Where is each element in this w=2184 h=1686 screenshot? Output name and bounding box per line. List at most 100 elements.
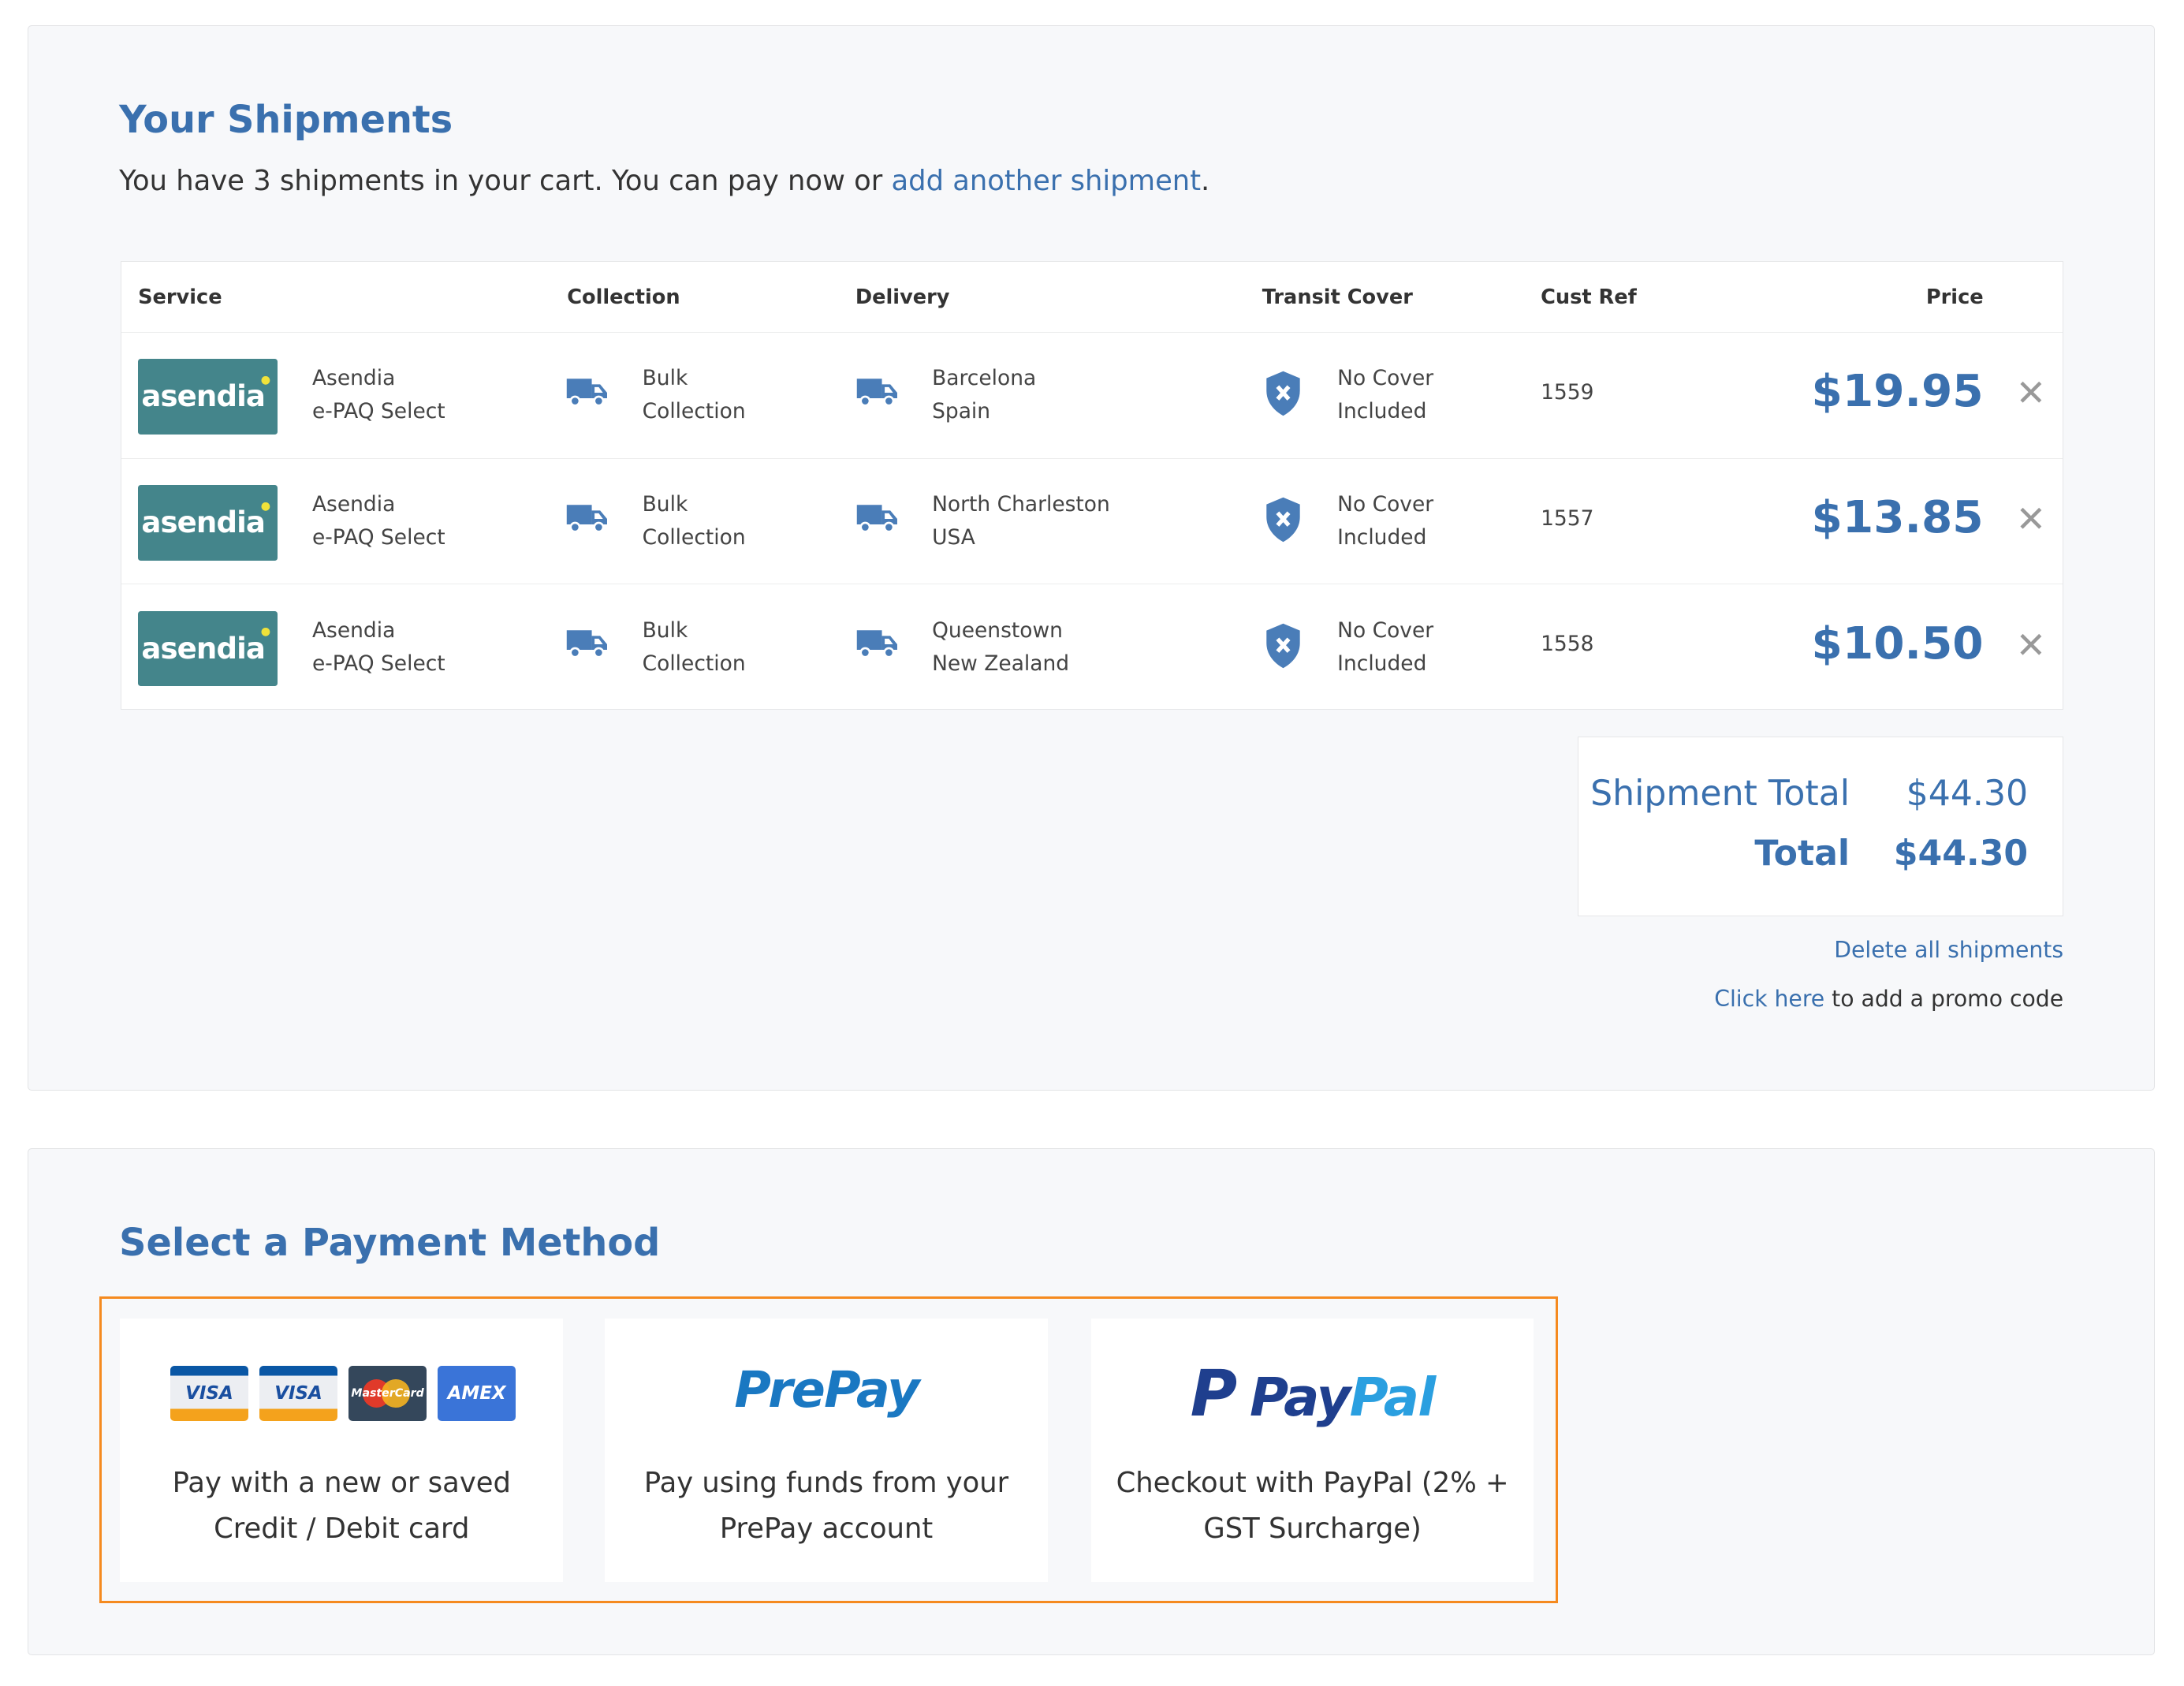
collection-line2: Collection <box>642 525 746 550</box>
close-icon[interactable]: ✕ <box>2016 498 2046 540</box>
service-cell: Asendia e-PAQ Select <box>312 614 445 681</box>
asendia-logo: asendia ● <box>138 485 278 561</box>
paypal-logo-b: Pal <box>1349 1367 1437 1429</box>
delivery-city: Queenstown <box>932 617 1063 643</box>
promo-link[interactable]: Click here <box>1714 986 1824 1012</box>
shipment-total-label: Shipment Total <box>1590 773 1850 814</box>
service-product: e-PAQ Select <box>311 651 445 676</box>
total-value: $44.30 <box>1893 833 2029 874</box>
card-payment-option[interactable]: VISA VISA MasterCard AMEX Pay with a new… <box>120 1318 564 1582</box>
logo-text: asendia <box>141 632 266 666</box>
payment-panel: Select a Payment Method VISA VISA Master… <box>28 1147 2155 1655</box>
visa-logo: VISA <box>170 1365 248 1422</box>
payment-title: Select a Payment Method <box>119 1221 661 1265</box>
close-icon[interactable]: ✕ <box>2016 624 2046 666</box>
truck-icon <box>855 375 900 413</box>
promo-line: Click here to add a promo code <box>1714 986 2063 1012</box>
delivery-country: Spain <box>932 399 991 424</box>
summary-text: You have 3 shipments in your cart. You c… <box>119 165 892 198</box>
col-collection: Collection <box>567 285 680 310</box>
service-product: e-PAQ Select <box>311 525 445 550</box>
shield-icon <box>1262 496 1304 549</box>
cover-cell: No Cover Included <box>1337 488 1433 555</box>
truck-icon <box>855 501 900 539</box>
delivery-country: New Zealand <box>932 651 1070 676</box>
truck-icon <box>565 375 610 413</box>
mastercard-logo: MasterCard <box>348 1365 427 1422</box>
logo-text: asendia <box>141 379 266 414</box>
prepay-line1: Pay using funds from your <box>643 1466 1009 1499</box>
paypal-p-icon: P <box>1190 1357 1238 1432</box>
cust-ref: 1558 <box>1541 632 1594 657</box>
delivery-city: North Charleston <box>932 491 1110 517</box>
service-product: e-PAQ Select <box>311 399 445 424</box>
logo-text: asendia <box>141 505 266 540</box>
prepay-payment-option[interactable]: PrePay Pay using funds from your PrePay a… <box>605 1318 1048 1582</box>
price: $19.95 <box>1811 366 1984 418</box>
paypal-line1: Checkout with PayPal (2% + <box>1116 1466 1509 1499</box>
truck-icon <box>565 626 610 665</box>
amex-logo: AMEX <box>438 1365 516 1422</box>
cart-summary: You have 3 shipments in your cart. You c… <box>119 165 1209 197</box>
paypal-line2: GST Surcharge) <box>1203 1513 1422 1546</box>
delivery-country: USA <box>932 525 975 550</box>
mastercard-text: MasterCard <box>351 1387 424 1401</box>
table-row: asendia ● Asendia e-PAQ Select Bulk Collect… <box>121 457 2063 584</box>
delivery-cell: Barcelona Spain <box>932 362 1036 429</box>
table-row: asendia ● Asendia e-PAQ Select Bulk Collect… <box>121 331 2063 457</box>
cover-line1: No Cover <box>1337 365 1434 390</box>
delivery-city: Barcelona <box>932 365 1037 390</box>
cover-line1: No Cover <box>1337 491 1434 517</box>
price: $13.85 <box>1811 491 1984 543</box>
card-line1: Pay with a new or saved <box>172 1466 511 1499</box>
table-row: asendia ● Asendia e-PAQ Select Bulk Collect… <box>121 584 2063 709</box>
service-name: Asendia <box>311 491 396 517</box>
paypal-payment-option[interactable]: P PayPal Checkout with PayPal (2% + GST Su… <box>1090 1318 1534 1582</box>
prepay-logo: PrePay <box>734 1360 919 1419</box>
service-cell: Asendia e-PAQ Select <box>312 488 445 555</box>
visa-debit-text: VISA <box>274 1383 322 1404</box>
cover-line1: No Cover <box>1337 617 1434 643</box>
cust-ref: 1559 <box>1541 379 1594 405</box>
col-cust-ref: Cust Ref <box>1541 285 1637 310</box>
truck-icon <box>855 626 900 665</box>
totals-box: Shipment Total $44.30 Total $44.30 <box>1577 736 2064 916</box>
delivery-cell: North Charleston USA <box>932 488 1110 555</box>
cover-line2: Included <box>1337 399 1427 424</box>
add-shipment-link[interactable]: add another shipment <box>892 165 1202 197</box>
service-name: Asendia <box>311 617 396 643</box>
paypal-logo: P PayPal <box>1091 1357 1534 1431</box>
collection-cell: Bulk Collection <box>643 488 746 555</box>
cust-ref: 1557 <box>1541 505 1594 531</box>
cover-line2: Included <box>1337 525 1427 550</box>
collection-line1: Bulk <box>642 617 688 643</box>
page-title: Your Shipments <box>119 98 453 142</box>
col-price: Price <box>1925 285 1984 310</box>
service-cell: Asendia e-PAQ Select <box>312 362 445 429</box>
close-icon[interactable]: ✕ <box>2016 371 2046 414</box>
shipments-panel: Your Shipments You have 3 shipments in y… <box>28 24 2155 1091</box>
delivery-cell: Queenstown New Zealand <box>932 614 1069 681</box>
cover-cell: No Cover Included <box>1337 362 1433 429</box>
shield-icon <box>1262 622 1304 675</box>
shield-icon <box>1262 370 1304 423</box>
col-transit-cover: Transit Cover <box>1262 285 1413 310</box>
price: $10.50 <box>1811 617 1984 670</box>
collection-line2: Collection <box>642 399 746 424</box>
paypal-logo-a: Pay <box>1250 1367 1351 1429</box>
delete-all-link[interactable]: Delete all shipments <box>1834 937 2063 963</box>
asendia-logo: asendia ● <box>138 359 278 435</box>
paypal-option-text: Checkout with PayPal (2% + GST Surcharge) <box>1091 1460 1534 1553</box>
collection-line1: Bulk <box>642 491 688 517</box>
card-option-text: Pay with a new or saved Credit / Debit ca… <box>120 1460 563 1553</box>
cover-line2: Included <box>1337 651 1427 676</box>
shipments-table: Service Collection Delivery Transit Cove… <box>120 261 2064 711</box>
prepay-line2: PrePay account <box>719 1513 934 1546</box>
col-delivery: Delivery <box>855 285 950 310</box>
truck-icon <box>565 501 610 539</box>
collection-cell: Bulk Collection <box>643 614 746 681</box>
cover-cell: No Cover Included <box>1337 614 1433 681</box>
summary-period: . <box>1201 165 1210 198</box>
payment-options: VISA VISA MasterCard AMEX Pay with a new… <box>99 1296 1559 1603</box>
promo-text: to add a promo code <box>1824 985 2064 1012</box>
